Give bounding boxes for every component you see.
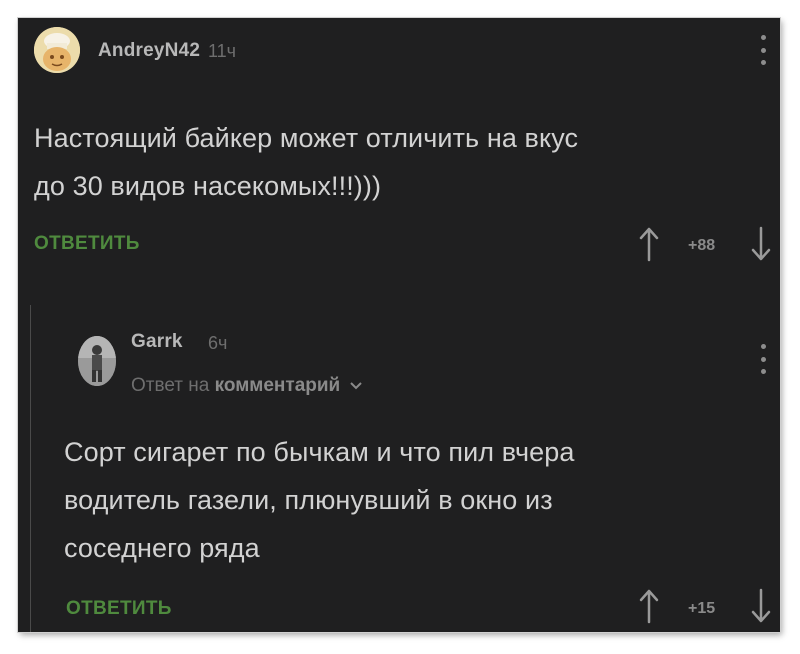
comment-text-line: Настоящий байкер может отличить на вкус <box>34 123 579 153</box>
comment-text-line: до 30 видов насекомых!!!))) <box>34 171 382 201</box>
comment-text: Настоящий байкер может отличить на вкус … <box>34 114 578 210</box>
comment-time: 11ч <box>208 41 237 61</box>
username[interactable]: Garrk <box>131 331 183 353</box>
comment-text-line: водитель газели, плюнувший в окно из <box>64 485 553 515</box>
reply-to-link[interactable]: комментарий <box>215 375 341 396</box>
comment-text-line: Сорт сигарет по бычкам и что пил вчера <box>64 437 575 467</box>
more-vertical-icon[interactable] <box>759 35 767 65</box>
comment-time: 6ч <box>208 333 228 353</box>
arrow-up-icon[interactable] <box>638 226 660 262</box>
comment-text: Сорт сигарет по бычкам и что пил вчера в… <box>64 428 574 572</box>
avatar[interactable] <box>34 27 80 73</box>
rating: +88 <box>688 237 716 254</box>
reply-to-prefix: Ответ на <box>131 375 210 396</box>
reply-button[interactable]: ОТВЕТИТЬ <box>34 233 140 255</box>
arrow-down-icon[interactable] <box>750 588 772 624</box>
avatar[interactable] <box>78 336 116 386</box>
reply-button[interactable]: ОТВЕТИТЬ <box>66 598 172 620</box>
username[interactable]: AndreyN42 <box>98 40 200 62</box>
arrow-up-icon[interactable] <box>638 588 660 624</box>
rating: +15 <box>688 600 716 617</box>
chevron-down-icon[interactable] <box>349 381 362 391</box>
comments-panel: AndreyN42 11ч Настоящий байкер может отл… <box>18 18 780 632</box>
arrow-down-icon[interactable] <box>750 226 772 262</box>
thread-line[interactable] <box>30 305 31 632</box>
reply-to: Ответ на комментарий <box>131 375 362 397</box>
comment-text-line: соседнего ряда <box>64 533 260 563</box>
more-vertical-icon[interactable] <box>759 344 767 374</box>
